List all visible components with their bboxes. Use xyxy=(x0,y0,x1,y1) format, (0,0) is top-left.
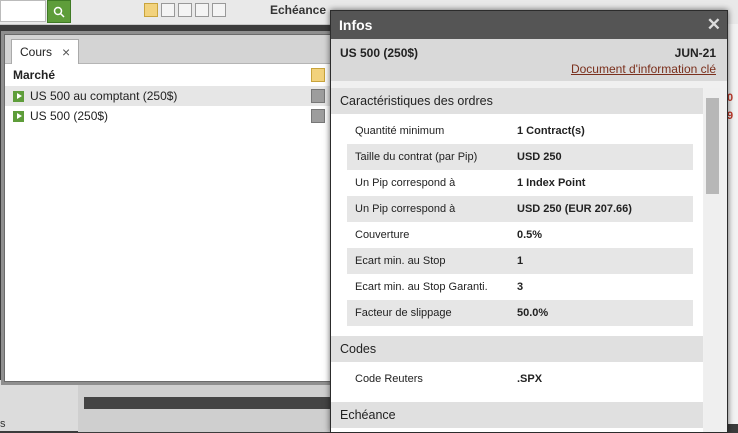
cours-tabbar: Cours × xyxy=(5,35,339,64)
info-value: 1 Contract(s) xyxy=(517,125,585,137)
background-left-panel: e s xyxy=(0,328,78,431)
section-codes[interactable]: Codes xyxy=(331,336,703,362)
expiry-date: JUN-21 xyxy=(674,46,716,60)
info-value: 0.5% xyxy=(517,229,543,241)
info-value: USD 250 xyxy=(517,151,562,163)
star-icon[interactable] xyxy=(144,3,158,17)
info-value: 1 xyxy=(517,255,524,267)
infos-titlebar[interactable]: Infos ✕ xyxy=(331,11,727,39)
codes-list: Code Reuters .SPX xyxy=(331,362,703,396)
search-icon xyxy=(53,6,65,18)
info-icon[interactable] xyxy=(311,89,325,103)
info-row: Ecart min. au Stop Garanti. 3 xyxy=(347,274,693,300)
info-row: Facteur de slippage 50.0% xyxy=(347,300,693,326)
info-row: Un Pip correspond à 1 Index Point xyxy=(347,170,693,196)
market-header-label: Marché xyxy=(13,68,56,82)
play-icon[interactable] xyxy=(13,110,24,122)
market-row-label: US 500 au comptant (250$) xyxy=(30,89,178,103)
instrument-header: US 500 (250$) JUN-21 Document d'informat… xyxy=(331,39,727,81)
background-bottom-panel xyxy=(78,380,338,432)
info-label: Un Pip correspond à xyxy=(355,203,456,215)
instrument-name: US 500 (250$) xyxy=(340,46,419,60)
close-icon[interactable]: ✕ xyxy=(707,11,721,39)
infos-dialog: Infos ✕ US 500 (250$) JUN-21 Document d'… xyxy=(330,10,728,433)
info-row: Un Pip correspond à USD 250 (EUR 207.66) xyxy=(347,196,693,222)
info-label: Taille du contrat (par Pip) xyxy=(355,151,478,163)
info-row: Taille du contrat (par Pip) USD 250 xyxy=(347,144,693,170)
chart-icon[interactable] xyxy=(195,3,209,17)
info-label: Ecart min. au Stop xyxy=(355,255,446,267)
info-label: Facteur de slippage xyxy=(355,307,452,319)
info-label: Code Reuters xyxy=(355,373,423,385)
column-icon[interactable] xyxy=(212,3,226,17)
close-icon[interactable]: × xyxy=(62,44,70,60)
settings-icon[interactable] xyxy=(311,68,325,82)
market-column-header: Marché xyxy=(5,64,339,86)
scrollbar-thumb[interactable] xyxy=(706,98,719,194)
info-label: Ecart min. au Stop Garanti. xyxy=(355,281,488,293)
market-row[interactable]: US 500 (250$) xyxy=(5,106,339,126)
play-icon[interactable] xyxy=(13,90,24,102)
section-order-characteristics[interactable]: Caractéristiques des ordres xyxy=(331,88,703,114)
tab-cours[interactable]: Cours × xyxy=(11,39,80,64)
order-characteristics-list: Quantité minimum 1 Contract(s) Taille du … xyxy=(331,114,703,330)
infos-title: Infos xyxy=(339,17,373,33)
tab-cours-label: Cours xyxy=(20,45,53,59)
info-row: Code Reuters .SPX xyxy=(347,366,693,392)
document-icon[interactable] xyxy=(178,3,192,17)
info-row: Couverture 0.5% xyxy=(347,222,693,248)
info-value: 1 Index Point xyxy=(517,177,586,189)
background-toolbar-icons xyxy=(144,3,226,17)
info-value: USD 250 (EUR 207.66) xyxy=(517,203,632,215)
info-label: Un Pip correspond à xyxy=(355,177,456,189)
background-search-button[interactable] xyxy=(47,0,71,23)
infos-scrollbar[interactable] xyxy=(704,88,721,432)
info-value: 50.0% xyxy=(517,307,549,319)
cours-window: Cours × Marché US 500 au comptant (250$)… xyxy=(4,34,340,382)
info-value: .SPX xyxy=(517,373,543,385)
info-label: Quantité minimum xyxy=(355,125,445,137)
background-bar xyxy=(84,397,334,409)
infos-content: Caractéristiques des ordres Quantité min… xyxy=(331,88,703,432)
info-row: Ecart min. au Stop 1 xyxy=(347,248,693,274)
info-label: Couverture xyxy=(355,229,410,241)
background-search-input[interactable] xyxy=(0,0,46,22)
key-info-document-link[interactable]: Document d'information clé xyxy=(571,62,716,76)
market-row-label: US 500 (250$) xyxy=(30,109,109,123)
section-echeance[interactable]: Echéance xyxy=(331,402,703,428)
refresh-icon[interactable] xyxy=(161,3,175,17)
market-row[interactable]: US 500 au comptant (250$) xyxy=(5,86,339,106)
column-header-echeance[interactable]: Echéance xyxy=(270,3,326,17)
background-letter: s xyxy=(0,418,6,430)
info-icon[interactable] xyxy=(311,109,325,123)
info-value: 3 xyxy=(517,281,524,293)
info-row: Quantité minimum 1 Contract(s) xyxy=(347,118,693,144)
